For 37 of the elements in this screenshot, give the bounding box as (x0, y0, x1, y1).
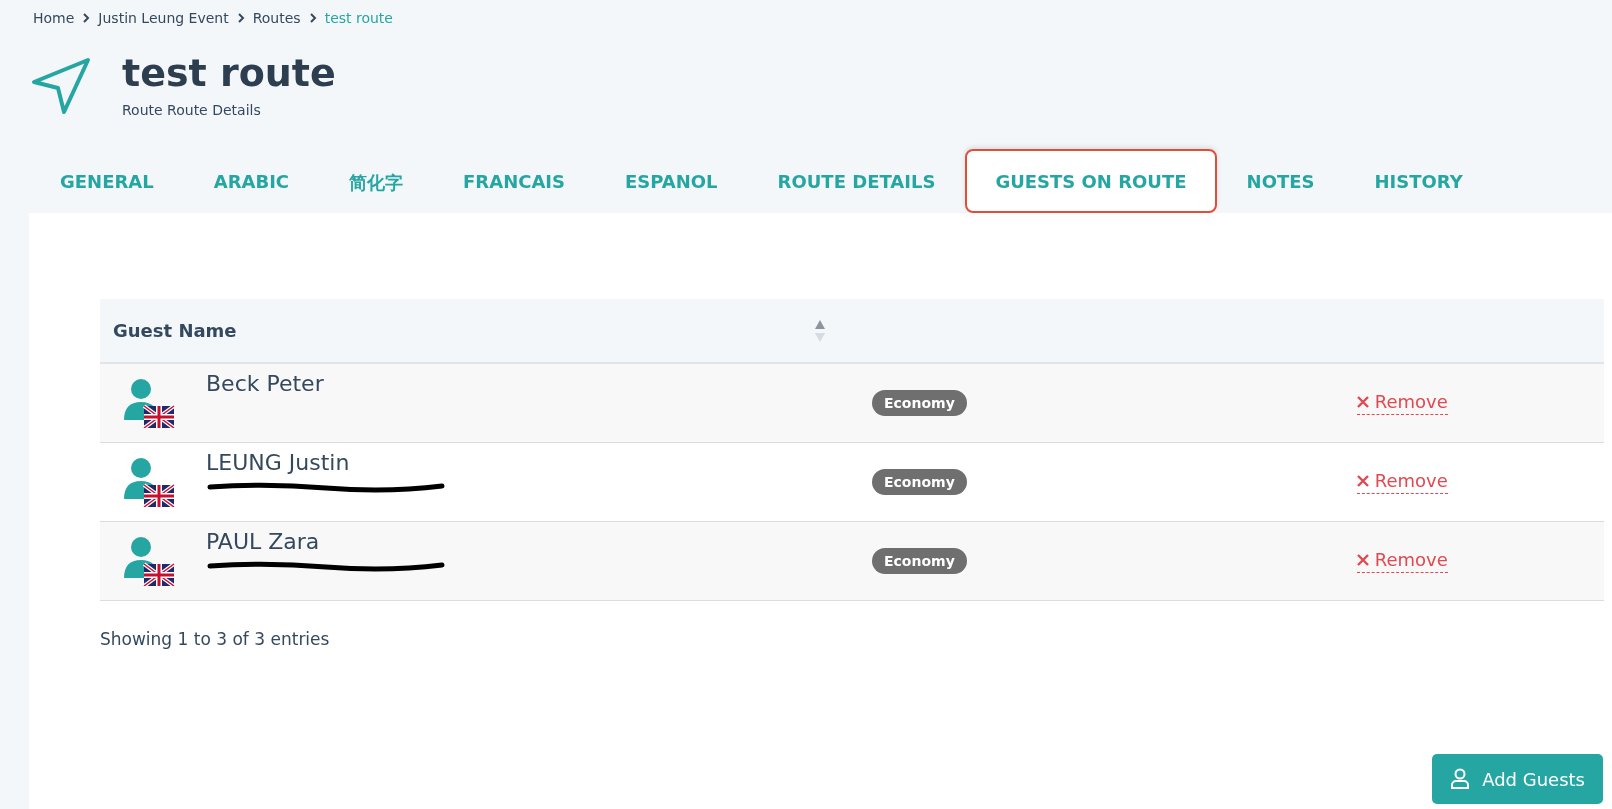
guest-name: LEUNG Justin (206, 450, 351, 475)
guest-name: Beck Peter (206, 371, 325, 396)
class-badge: Economy (872, 390, 967, 416)
close-icon (1356, 395, 1369, 408)
tab[interactable]: 简化字 (319, 149, 434, 213)
chevron-icon (82, 13, 91, 23)
remove-link[interactable]: Remove (1356, 391, 1448, 415)
tab[interactable]: ROUTE DETAILS (747, 149, 966, 213)
remove-link[interactable]: Remove (1356, 549, 1448, 573)
tab[interactable]: GUESTS ON ROUTE (965, 149, 1217, 213)
remove-link[interactable]: Remove (1356, 470, 1448, 494)
user-icon (1450, 768, 1471, 790)
tab[interactable]: ESPANOL (595, 149, 748, 213)
column-header[interactable]: Guest Name (113, 320, 813, 341)
tab[interactable]: HISTORY (1344, 149, 1493, 213)
tab[interactable]: ARABIC (183, 149, 320, 213)
guest-avatar-icon (122, 378, 178, 428)
page-subtitle: Route Route Details (122, 102, 261, 118)
close-icon (1356, 553, 1369, 566)
entries-info: Showing 1 to 3 of 3 entries (100, 629, 330, 649)
page-title: test route (122, 50, 336, 96)
breadcrumb-link[interactable]: Routes (252, 10, 301, 26)
breadcrumb-link[interactable]: Justin Leung Event (98, 10, 229, 26)
class-badge: Economy (872, 469, 967, 495)
class-badge: Economy (872, 548, 967, 574)
tab[interactable]: GENERAL (30, 149, 184, 213)
tab[interactable]: NOTES (1216, 149, 1345, 213)
guest-avatar-icon (122, 457, 178, 507)
chevron-icon (308, 13, 317, 23)
chevron-icon (236, 13, 245, 23)
tab[interactable]: FRANCAIS (433, 149, 595, 213)
breadcrumb-link[interactable]: Home (33, 10, 75, 26)
guest-avatar-icon (122, 536, 178, 586)
close-icon (1356, 474, 1369, 487)
guest-name: PAUL Zara (206, 529, 321, 554)
add-guests-button[interactable]: Add Guests (1432, 754, 1603, 804)
breadcrumb-link[interactable]: test route (324, 10, 393, 26)
